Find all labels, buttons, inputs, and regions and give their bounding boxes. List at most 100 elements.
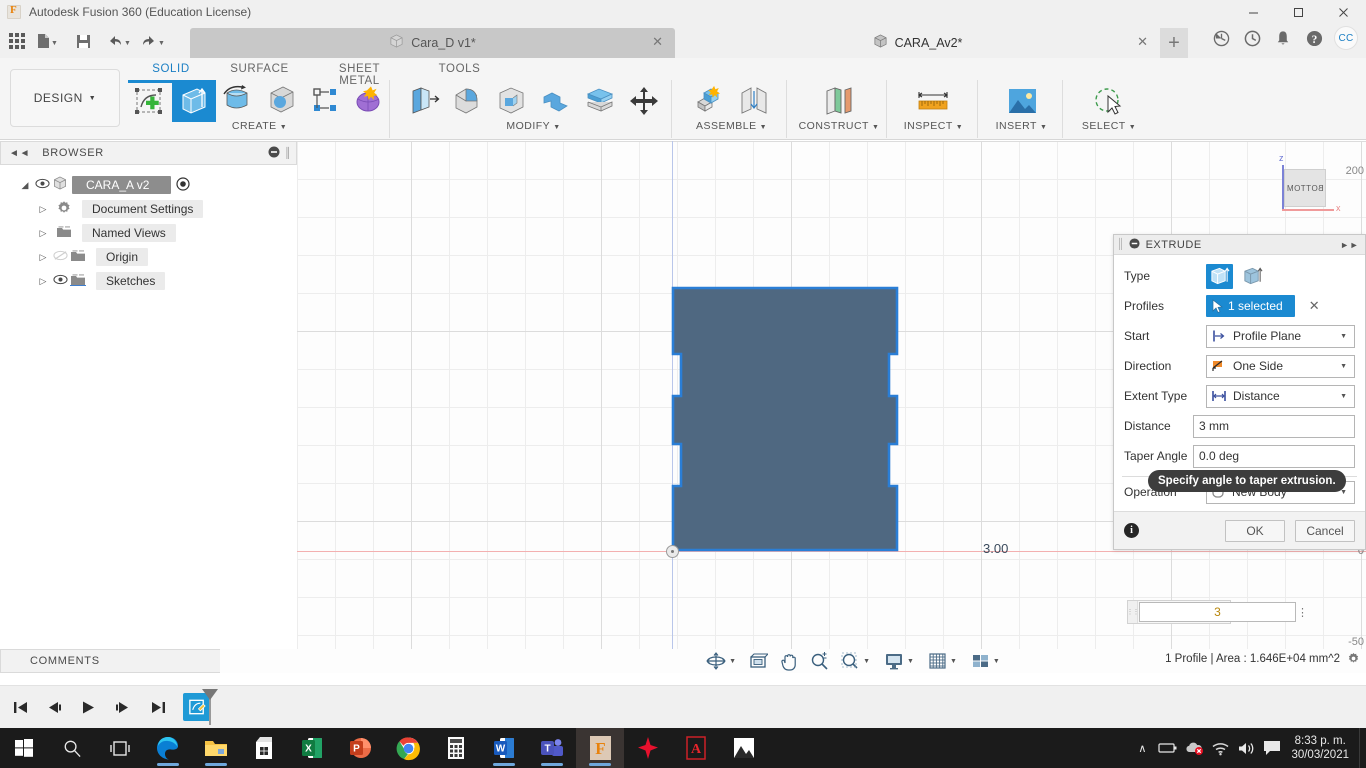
expand-right-icon[interactable]: ►► [1340,240,1359,250]
view-cube[interactable]: z x BOTTOM [1266,153,1341,215]
expand-arrow-icon[interactable]: ▷ [36,228,50,239]
go-to-beginning-icon[interactable] [8,695,33,720]
extrude-dialog[interactable]: ║ EXTRUDE ►► Type Profiles 1 selected ✕ … [1113,234,1366,550]
drag-handle-icon[interactable]: ⋮⋮ [1127,601,1140,623]
taper-angle-input[interactable] [1193,444,1355,468]
expand-arrow-icon[interactable]: ▷ [36,276,50,287]
go-to-end-icon[interactable] [146,695,171,720]
excel-icon[interactable]: X [288,728,336,768]
new-file-icon[interactable]: ▼ [34,28,60,54]
zoom-window-icon[interactable]: ▼ [841,651,870,671]
pan-hand-icon[interactable] [780,651,798,671]
clear-selection-icon[interactable]: ✕ [1309,298,1320,314]
action-center-icon[interactable] [1259,740,1285,756]
measure-icon[interactable] [897,80,971,122]
component-activate-radio[interactable] [176,176,190,194]
chevron-down-icon[interactable]: ▼ [729,658,736,665]
dimension-options-icon[interactable]: ⋮ [1297,601,1308,623]
document-tab-0[interactable]: Cara_D v1* ✕ [190,28,675,58]
calculator-icon[interactable] [432,728,480,768]
save-icon[interactable] [70,28,96,54]
play-icon[interactable] [76,695,101,720]
look-at-icon[interactable] [748,651,769,671]
app-grid-icon[interactable] [4,28,30,54]
offset-face-icon[interactable] [578,80,622,122]
chrome-icon[interactable] [384,728,432,768]
close-icon[interactable]: ✕ [1137,35,1148,49]
sketch-feature-icon[interactable] [183,689,218,725]
visibility-eye-icon[interactable] [32,178,52,192]
create-sketch-icon[interactable] [127,80,172,122]
redo-icon[interactable]: ▼ [140,28,166,54]
joint-icon[interactable] [732,80,776,122]
expand-arrow-icon[interactable]: ◢ [18,180,32,191]
minimize-panel-icon[interactable] [268,146,280,161]
battery-icon[interactable] [1155,742,1181,754]
start-windows-icon[interactable] [0,728,48,768]
drag-grip-icon[interactable]: ║ [1117,239,1125,250]
powerpoint-icon[interactable]: P [336,728,384,768]
display-settings-icon[interactable]: ▼ [884,651,914,671]
notifications-bell-icon[interactable] [1272,27,1294,49]
chevron-down-icon[interactable]: ▼ [51,40,58,47]
chevron-down-icon[interactable]: ▼ [158,40,165,47]
revolve-icon[interactable] [216,80,260,122]
antivirus-icon[interactable] [624,728,672,768]
wifi-icon[interactable] [1207,741,1233,756]
document-tab-1[interactable]: CARA_Av2* ✕ [675,28,1160,58]
acrobat-reader-icon[interactable]: A [672,728,720,768]
job-status-icon[interactable] [1210,27,1232,49]
visibility-eye-icon[interactable] [50,274,70,288]
tree-item-origin[interactable]: ▷ Origin [0,245,297,269]
chevron-down-icon[interactable]: ▼ [950,658,957,665]
search-icon[interactable] [48,728,96,768]
origin-point[interactable] [666,545,679,558]
dimension-input-widget[interactable]: ⋮⋮ ⋮ [1127,600,1308,624]
grid-snaps-icon[interactable]: ▼ [928,651,957,671]
avatar[interactable]: CC [1334,26,1358,50]
tray-expand-chevron-icon[interactable]: ∧ [1129,742,1155,755]
extrude-icon[interactable] [171,80,216,122]
new-component-icon[interactable] [688,80,732,122]
chevron-down-icon[interactable]: ▼ [1340,393,1347,400]
orbit-icon[interactable]: ▼ [706,651,736,671]
extrude-dialog-header[interactable]: ║ EXTRUDE ►► [1114,235,1365,255]
taskbar-clock[interactable]: 8:33 p. m. 30/03/2021 [1285,734,1359,762]
show-desktop-button[interactable] [1359,728,1366,768]
form-icon[interactable] [348,80,392,122]
distance-input[interactable] [1193,414,1355,438]
tree-item-sketches[interactable]: ▷ Sketches [0,269,297,293]
combine-icon[interactable] [534,80,578,122]
onedrive-error-icon[interactable] [1181,741,1207,755]
tree-item-cara-a[interactable]: ◢ CARA_A v2 [0,173,297,197]
teams-icon[interactable]: T [528,728,576,768]
start-dropdown[interactable]: Profile Plane ▼ [1206,324,1355,348]
maximize-button[interactable] [1276,0,1321,24]
close-button[interactable] [1321,0,1366,24]
expand-arrow-icon[interactable]: ▷ [36,252,50,263]
tree-item-named-views[interactable]: ▷ Named Views [0,221,297,245]
sweep-icon[interactable] [260,80,304,122]
fillet-icon[interactable] [446,80,490,122]
chevron-down-icon[interactable]: ▼ [863,658,870,665]
viewports-icon[interactable]: ▼ [971,651,1000,671]
press-pull-icon[interactable] [402,80,446,122]
photos-icon[interactable] [720,728,768,768]
microsoft-store-icon[interactable] [240,728,288,768]
minimize-button[interactable] [1231,0,1276,24]
view-cube-face[interactable]: BOTTOM [1284,169,1326,207]
task-view-icon[interactable] [96,728,144,768]
chevron-down-icon[interactable]: ▼ [1340,333,1347,340]
collapse-dialog-icon[interactable] [1129,237,1140,252]
undo-icon[interactable]: ▼ [106,28,132,54]
visibility-eye-off-icon[interactable] [50,250,70,264]
extent-type-dropdown[interactable]: Distance ▼ [1206,384,1355,408]
chevron-down-icon[interactable]: ▼ [907,658,914,665]
new-tab-button[interactable]: + [1160,28,1188,58]
zoom-icon[interactable] [810,651,829,671]
direction-dropdown[interactable]: One Side ▼ [1206,354,1355,378]
recent-activity-icon[interactable] [1241,27,1263,49]
ok-button[interactable]: OK [1225,519,1285,542]
expand-arrow-icon[interactable]: ▷ [36,204,50,215]
panel-drag-grip-icon[interactable]: ║ [284,148,292,159]
